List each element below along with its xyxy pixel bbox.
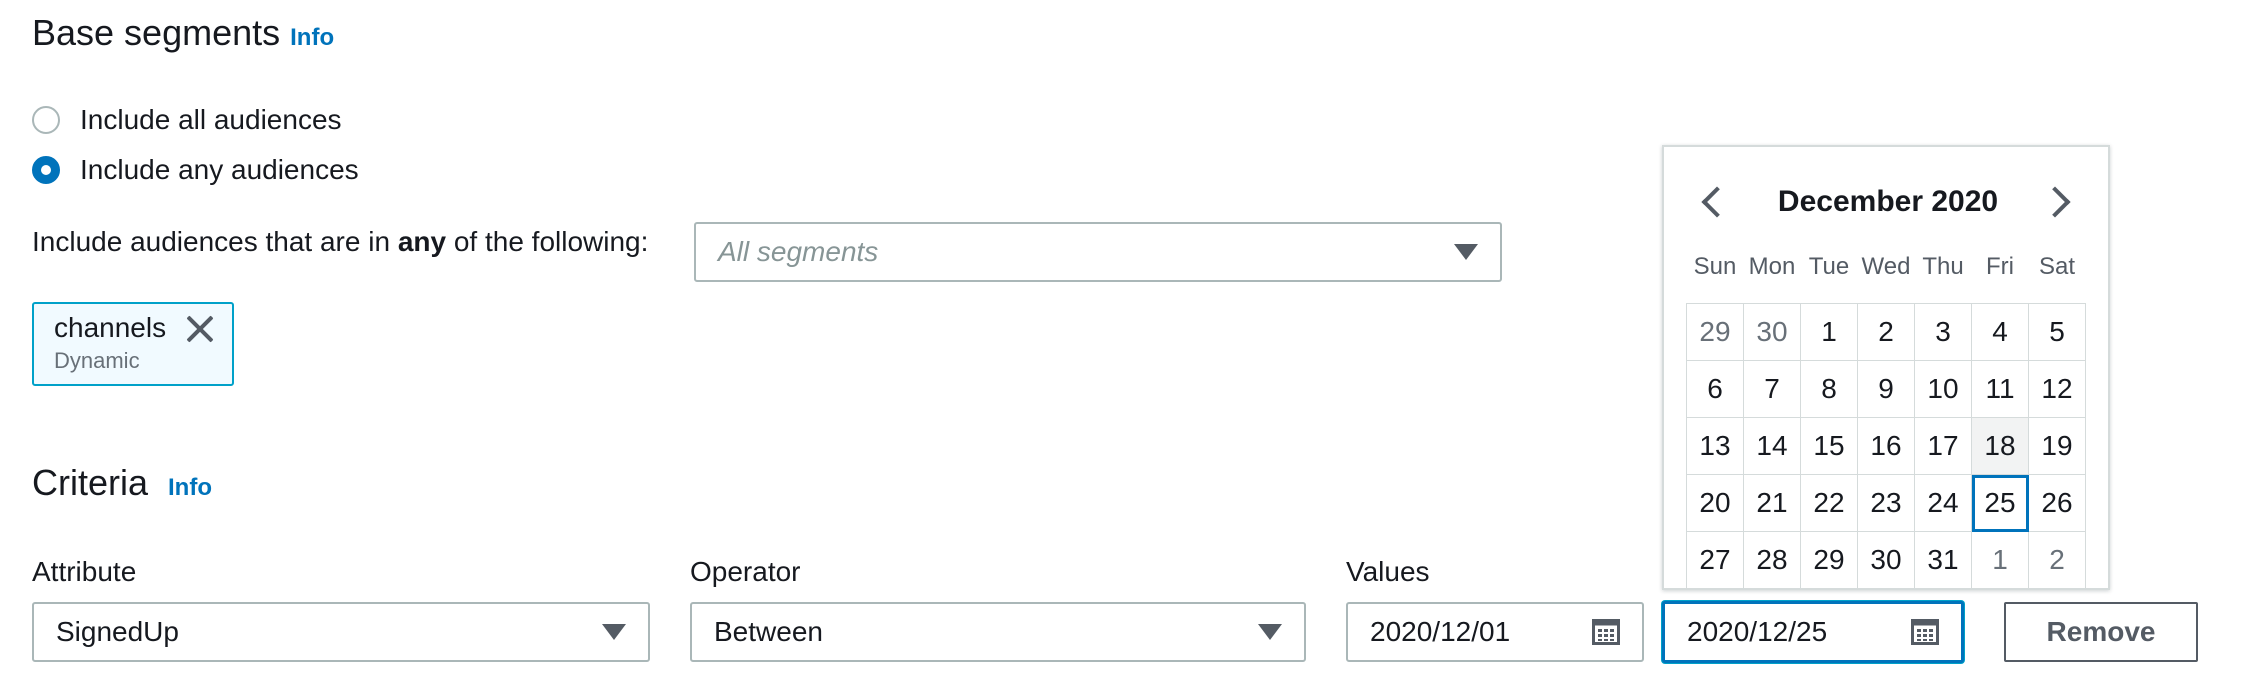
include-label-bold: any xyxy=(397,226,447,257)
close-icon[interactable] xyxy=(184,312,212,344)
calendar-day[interactable]: 30 xyxy=(1744,304,1801,361)
segment-token-name: channels xyxy=(54,312,167,343)
segments-select[interactable]: All segments xyxy=(694,222,1502,282)
calendar-day[interactable]: 23 xyxy=(1858,475,1915,532)
calendar-day[interactable]: 29 xyxy=(1687,304,1744,361)
segment-token-type: Dynamic xyxy=(54,348,140,373)
radio-include-any[interactable]: Include any audiences xyxy=(32,154,359,186)
attribute-select[interactable]: SignedUp xyxy=(32,602,650,662)
calendar-day[interactable]: 8 xyxy=(1801,361,1858,418)
weekday-label: Tue xyxy=(1808,253,1850,280)
caret-down-icon xyxy=(602,624,626,640)
criteria-title: Criteria xyxy=(32,462,149,503)
base-segments-title: Base segments xyxy=(32,12,281,53)
calendar-day[interactable]: 11 xyxy=(1972,361,2029,418)
calendar-day[interactable]: 27 xyxy=(1687,532,1744,589)
date-to-input[interactable]: 2020/12/25 xyxy=(1662,601,1964,663)
weekday-label: Mon xyxy=(1748,253,1796,280)
operator-label: Operator xyxy=(690,556,801,587)
radio-include-any-label: Include any audiences xyxy=(80,154,359,185)
weekday-label: Fri xyxy=(1986,253,2014,280)
calendar-day[interactable]: 9 xyxy=(1858,361,1915,418)
weekday-label: Sun xyxy=(1693,253,1737,280)
caret-down-icon xyxy=(1454,244,1478,260)
calendar-icon[interactable] xyxy=(1592,619,1620,645)
calendar-day[interactable]: 28 xyxy=(1744,532,1801,589)
calendar-day[interactable]: 10 xyxy=(1915,361,1972,418)
calendar-day[interactable]: 5 xyxy=(2029,304,2086,361)
calendar-day[interactable]: 12 xyxy=(2029,361,2086,418)
calendar-day[interactable]: 17 xyxy=(1915,418,1972,475)
radio-include-any-circle[interactable] xyxy=(32,156,60,184)
calendar-day[interactable]: 16 xyxy=(1858,418,1915,475)
calendar-day[interactable]: 22 xyxy=(1801,475,1858,532)
segment-token: channels Dynamic xyxy=(32,302,234,386)
base-segments-info-link[interactable]: Info xyxy=(290,24,334,52)
calendar-day[interactable]: 31 xyxy=(1915,532,1972,589)
remove-button[interactable]: Remove xyxy=(2004,602,2198,662)
attribute-select-value: SignedUp xyxy=(56,616,179,647)
calendar-day[interactable]: 1 xyxy=(1801,304,1858,361)
calendar-day[interactable]: 4 xyxy=(1972,304,2029,361)
calendar-day[interactable]: 20 xyxy=(1687,475,1744,532)
calendar-day-selected[interactable]: 25 xyxy=(1972,475,2029,532)
operator-select-value: Between xyxy=(714,616,823,647)
calendar-day[interactable]: 30 xyxy=(1858,532,1915,589)
attribute-label: Attribute xyxy=(32,556,137,587)
calendar-day[interactable]: 21 xyxy=(1744,475,1801,532)
calendar-day[interactable]: 24 xyxy=(1915,475,1972,532)
calendar-day[interactable]: 6 xyxy=(1687,361,1744,418)
segments-select-placeholder: All segments xyxy=(718,236,879,267)
calendar-day[interactable]: 14 xyxy=(1744,418,1801,475)
criteria-info-link[interactable]: Info xyxy=(168,474,212,502)
operator-select[interactable]: Between xyxy=(690,602,1306,662)
calendar-day[interactable]: 7 xyxy=(1744,361,1801,418)
calendar-day[interactable]: 29 xyxy=(1801,532,1858,589)
values-label: Values xyxy=(1346,556,1430,587)
calendar-day[interactable]: 1 xyxy=(1972,532,2029,589)
weekday-label: Thu xyxy=(1922,253,1964,280)
calendar-day[interactable]: 2 xyxy=(1858,304,1915,361)
calendar-day[interactable]: 2 xyxy=(2029,532,2086,589)
date-to-value: 2020/12/25 xyxy=(1687,616,1828,647)
criteria-header: Criteria Info xyxy=(32,462,212,504)
calendar-icon[interactable] xyxy=(1911,619,1939,645)
radio-include-all-circle[interactable] xyxy=(32,106,60,134)
calendar-day[interactable]: 26 xyxy=(2029,475,2086,532)
include-audiences-label: Include audiences that are in any of the… xyxy=(32,226,648,258)
base-segments-header: Base segments Info xyxy=(32,12,334,54)
radio-include-all[interactable]: Include all audiences xyxy=(32,104,342,136)
calendar-day[interactable]: 19 xyxy=(2029,418,2086,475)
calendar-day[interactable]: 13 xyxy=(1687,418,1744,475)
calendar-day-today[interactable]: 18 xyxy=(1972,418,2029,475)
calendar-day[interactable]: 15 xyxy=(1801,418,1858,475)
radio-include-all-label: Include all audiences xyxy=(80,104,342,135)
date-from-input[interactable]: 2020/12/01 xyxy=(1346,602,1644,662)
include-label-post: of the following: xyxy=(446,226,649,257)
date-from-value: 2020/12/01 xyxy=(1370,616,1511,647)
calendar-grid: 29 30 1 2 3 4 5 6 7 8 9 10 11 12 13 14 15 16 17 18 19 20 21 22 2… xyxy=(1686,303,2086,589)
calendar-day[interactable]: 3 xyxy=(1915,304,1972,361)
weekday-label: Wed xyxy=(1861,253,1911,280)
caret-down-icon xyxy=(1258,624,1282,640)
include-label-pre: Include audiences that are in xyxy=(32,226,398,257)
weekday-label: Sat xyxy=(2038,253,2076,280)
date-picker-calendar: December 2020 Sun Mon Tue Wed Thu Fri Sat 29 30… xyxy=(1662,145,2110,590)
